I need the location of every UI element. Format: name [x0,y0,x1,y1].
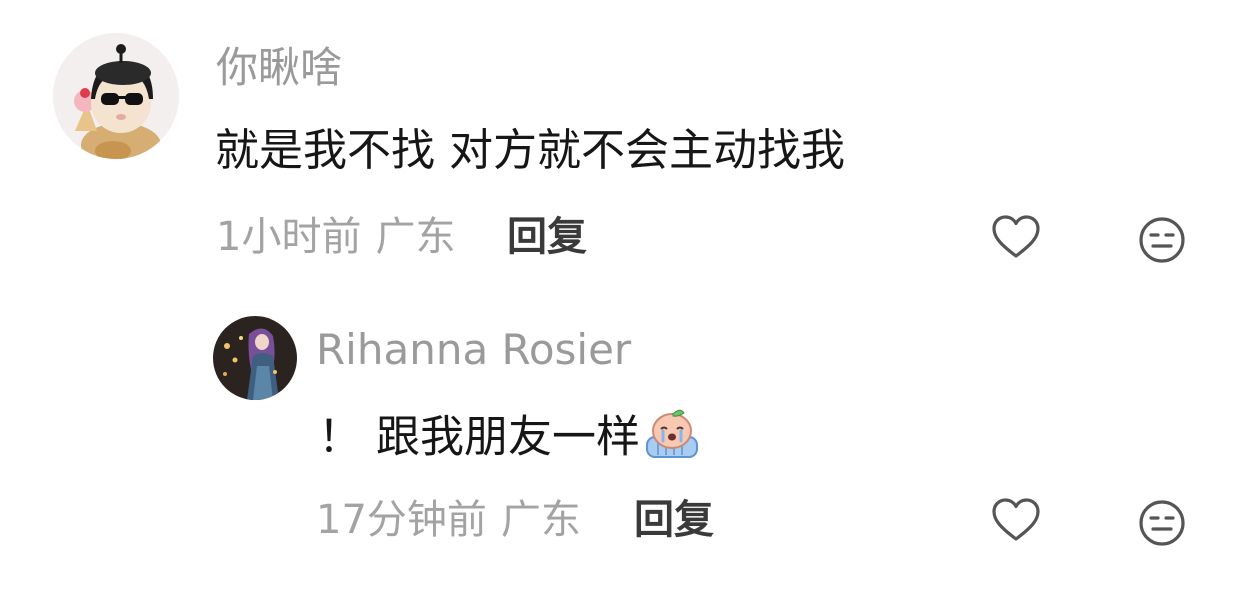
username[interactable]: 你瞅啥 [216,43,342,93]
neutral-face-icon[interactable] [1136,497,1188,549]
neutral-face-icon[interactable] [1136,214,1188,266]
reply-button[interactable]: 回复 [634,495,714,545]
comment-text: 就是我不找 对方就不会主动找我 [215,125,845,176]
reply-button[interactable]: 回复 [507,212,587,262]
comment-time: 17分钟前 [316,497,487,543]
username[interactable]: Rihanna Rosier [316,325,631,375]
heart-outline-icon[interactable] [990,495,1042,547]
comment-text: ！ 跟我朋友一样 [318,407,700,472]
comment-location: 广东 [500,497,581,543]
avatar[interactable] [213,316,297,400]
comment-text-body: ！ 跟我朋友一样 [318,411,640,463]
avatar[interactable] [53,33,179,159]
comment-location: 广东 [375,214,456,260]
comment-meta: 17分钟前 广东 [316,495,581,545]
comment-meta: 1小时前 广东 [216,212,455,262]
heart-outline-icon[interactable] [990,212,1042,264]
comment-time: 1小时前 [216,214,362,260]
crying-emoji [644,407,700,472]
